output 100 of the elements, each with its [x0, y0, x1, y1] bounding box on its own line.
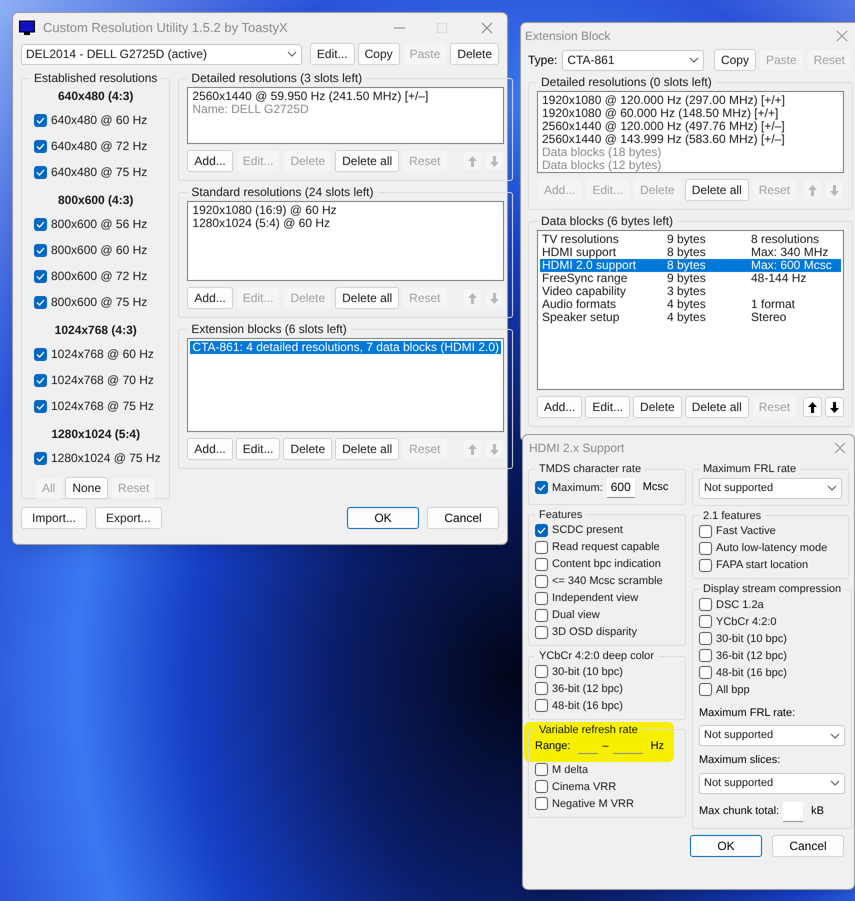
- button[interactable]: Add...: [187, 150, 233, 172]
- checkbox[interactable]: 640x480 @ 72 Hz: [34, 137, 162, 155]
- checkbox[interactable]: M delta: [535, 762, 679, 776]
- checkbox[interactable]: 1280x1024 @ 75 Hz: [34, 449, 162, 467]
- checkbox[interactable]: 1024x768 @ 75 Hz: [34, 397, 162, 415]
- list-item[interactable]: 2560x1440 @ 59.950 Hz (241.50 MHz) [+/–]: [190, 90, 501, 103]
- close-icon[interactable]: [481, 22, 493, 34]
- list-row[interactable]: Video capability 3 bytes: [540, 285, 842, 298]
- list-row[interactable]: Speaker setup 4 bytes Stereo: [540, 311, 842, 324]
- checkbox[interactable]: Negative M VRR: [535, 796, 679, 810]
- close-icon[interactable]: [836, 30, 848, 42]
- close-icon[interactable]: [834, 442, 846, 454]
- button[interactable]: Delete: [633, 396, 682, 418]
- checkbox[interactable]: YCbCr 4:2:0: [699, 614, 846, 628]
- checkbox[interactable]: 48-bit (16 bpc): [699, 666, 846, 680]
- block-size: 8 bytes: [667, 259, 707, 272]
- list-row[interactable]: FreeSync range 9 bytes 48-144 Hz: [540, 272, 842, 285]
- button[interactable]: Delete all: [684, 396, 749, 418]
- list-row[interactable]: TV resolutions 9 bytes 8 resolutions: [540, 233, 842, 246]
- button[interactable]: Copy: [714, 49, 756, 71]
- checkbox[interactable]: SCDC present: [535, 523, 679, 537]
- button[interactable]: Edit...: [236, 438, 280, 460]
- dropdown[interactable]: Not supported: [699, 772, 846, 794]
- list-box[interactable]: [537, 91, 844, 173]
- checkbox[interactable]: 36-bit (12 bpc): [535, 682, 679, 696]
- checkbox[interactable]: Independent view: [535, 591, 679, 605]
- checkbox[interactable]: 800x600 @ 72 Hz: [34, 267, 162, 285]
- checkbox[interactable]: Maximum:: [535, 480, 603, 494]
- button[interactable]: Copy: [358, 43, 400, 65]
- minimize-icon[interactable]: [394, 27, 405, 29]
- button[interactable]: Delete all: [335, 287, 400, 309]
- ok-button[interactable]: OK: [347, 507, 419, 529]
- button[interactable]: Delete: [283, 438, 332, 460]
- checkbox[interactable]: Dual view: [535, 608, 679, 622]
- checkbox[interactable]: All bpp: [699, 682, 846, 696]
- dropdown[interactable]: CTA-861: [562, 50, 704, 70]
- button[interactable]: Add...: [187, 438, 233, 460]
- checkbox[interactable]: 1024x768 @ 60 Hz: [34, 345, 162, 363]
- button[interactable]: Delete all: [684, 179, 749, 201]
- group-title: YCbCr 4:2:0 deep color: [538, 649, 655, 664]
- dropdown[interactable]: Not supported: [699, 725, 846, 746]
- block-size: 8 bytes: [667, 246, 707, 259]
- button[interactable]: Add...: [537, 396, 582, 418]
- block-info: 1 format: [751, 298, 796, 311]
- button[interactable]: Delete: [450, 43, 499, 65]
- checkbox[interactable]: 3D OSD disparity: [535, 625, 679, 639]
- checkbox[interactable]: 800x600 @ 60 Hz: [34, 241, 162, 259]
- button[interactable]: Add...: [187, 287, 233, 309]
- button[interactable]: None: [65, 477, 108, 499]
- arrow-down-icon: [830, 184, 840, 196]
- checkbox[interactable]: 640x480 @ 75 Hz: [34, 163, 162, 181]
- checkbox[interactable]: 30-bit (10 bpc): [699, 632, 846, 646]
- list-item[interactable]: 1920x1080 (16:9) @ 60 Hz: [190, 204, 501, 217]
- group-heading: 1280x1024 (5:4): [50, 426, 142, 443]
- checkbox[interactable]: DSC 1.2a: [699, 598, 846, 612]
- checkbox[interactable]: 640x480 @ 60 Hz: [34, 111, 162, 129]
- list-row[interactable]: Audio formats 4 bytes 1 format: [540, 298, 842, 311]
- checkbox[interactable]: Read request capable: [535, 540, 679, 554]
- button[interactable]: Edit...: [310, 43, 355, 65]
- move-up-button[interactable]: [803, 397, 822, 417]
- checkbox[interactable]: Fast Vactive: [699, 524, 842, 538]
- input-field[interactable]: [783, 802, 804, 822]
- checkbox[interactable]: Cinema VRR: [535, 780, 679, 794]
- checkbox[interactable]: Auto low-latency mode: [699, 541, 842, 555]
- dropdown[interactable]: Not supported: [699, 478, 842, 498]
- input-field[interactable]: 600: [606, 478, 635, 498]
- button[interactable]: Import...: [21, 507, 88, 529]
- list-item[interactable]: 2560x1440 @ 143.999 Hz (583.60 MHz) [+/–]: [540, 133, 842, 146]
- checkbox[interactable]: FAPA start location: [699, 558, 842, 572]
- ok-button[interactable]: OK: [690, 834, 762, 856]
- checkbox[interactable]: 1024x768 @ 70 Hz: [34, 371, 162, 389]
- move-down-button[interactable]: [825, 397, 844, 417]
- checkbox[interactable]: 36-bit (12 bpc): [699, 648, 846, 662]
- list-box[interactable]: [537, 230, 844, 390]
- list-box[interactable]: CTA-861: 4 detailed resolutions, 7 data blocks (HDMI 2.0): [187, 338, 504, 432]
- button[interactable]: Export...: [95, 507, 162, 529]
- group-title: 2.1 features: [702, 508, 762, 524]
- button[interactable]: Delete all: [335, 150, 400, 172]
- list-row[interactable]: HDMI support 8 bytes Max: 340 MHz: [540, 246, 842, 259]
- unit-label: kB: [811, 804, 824, 820]
- checkbox[interactable]: Content bpc indication: [535, 557, 679, 571]
- cancel-button[interactable]: Cancel: [772, 834, 844, 856]
- list-box[interactable]: 2560x1440 @ 59.950 Hz (241.50 MHz) [+/–] Name: DELL G2725D: [187, 87, 504, 144]
- list-box[interactable]: 1920x1080 (16:9) @ 60 Hz 1280x1024 (5:4) @ 60 Hz: [187, 201, 504, 281]
- list-item[interactable]: 2560x1440 @ 120.000 Hz (497.76 MHz) [+/–]: [540, 120, 842, 133]
- checkbox[interactable]: <= 340 Mcsc scramble: [535, 574, 679, 588]
- checkbox[interactable]: 800x600 @ 56 Hz: [34, 215, 162, 233]
- cancel-button[interactable]: Cancel: [427, 507, 499, 529]
- dropdown[interactable]: DEL2014 - DELL G2725D (active): [21, 44, 302, 64]
- button[interactable]: Delete all: [335, 438, 400, 460]
- button[interactable]: Edit...: [585, 396, 630, 418]
- list-item[interactable]: CTA-861: 4 detailed resolutions, 7 data blocks (HDMI 2.0): [190, 341, 501, 354]
- list-item[interactable]: 1280x1024 (5:4) @ 60 Hz: [190, 217, 501, 230]
- checkbox[interactable]: 30-bit (10 bpc): [535, 664, 679, 678]
- checkbox[interactable]: 800x600 @ 75 Hz: [34, 293, 162, 311]
- checkbox[interactable]: 48-bit (16 bpc): [535, 698, 679, 712]
- list-row[interactable]: HDMI 2.0 support 8 bytes Max: 600 Mcsc: [540, 259, 842, 272]
- list-item[interactable]: 1920x1080 @ 120.000 Hz (297.00 MHz) [+/+]: [540, 94, 842, 107]
- list-item[interactable]: 1920x1080 @ 60.000 Hz (148.50 MHz) [+/+]: [540, 107, 842, 120]
- block-size: 9 bytes: [667, 233, 707, 246]
